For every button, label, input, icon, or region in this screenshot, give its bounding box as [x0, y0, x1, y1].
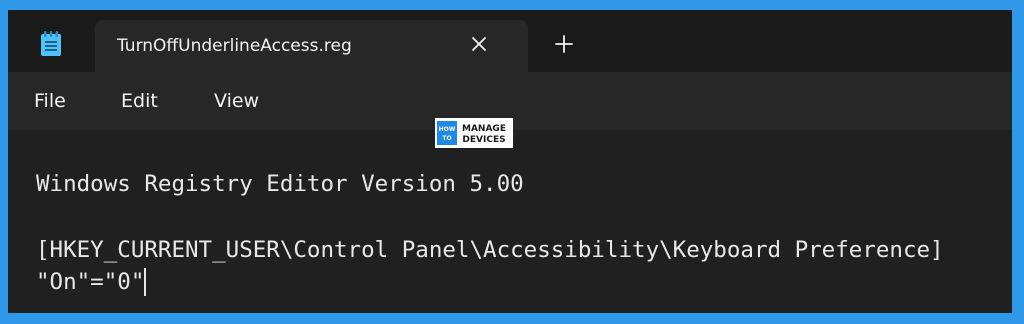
title-bar: TurnOffUnderlineAccess.reg [8, 10, 1012, 72]
logo-manage: MANAGE [462, 124, 506, 134]
logo-how: HOW [439, 126, 456, 133]
menu-item-view[interactable]: View [214, 72, 259, 130]
menu-item-edit[interactable]: Edit [121, 72, 158, 130]
code-line-text: "On"="0" [36, 269, 145, 295]
notepad-icon [40, 31, 62, 57]
logo-devices: DEVICES [462, 135, 505, 145]
code-line-last: "On"="0" [36, 268, 147, 296]
close-icon[interactable] [467, 32, 491, 56]
notepad-window: TurnOffUnderlineAccess.reg File Edit Vie… [8, 10, 1012, 313]
code-line: [HKEY_CURRENT_USER\Control Panel\Accessi… [36, 237, 944, 263]
text-caret [144, 268, 147, 296]
watermark-logo: HOW TO MANAGE DEVICES [435, 118, 513, 148]
code-line: Windows Registry Editor Version 5.00 [36, 171, 524, 197]
menu-item-file[interactable]: File [34, 72, 66, 130]
text-editor[interactable]: Windows Registry Editor Version 5.00 [HK… [8, 130, 1012, 313]
plus-icon[interactable] [552, 32, 576, 56]
document-tab[interactable]: TurnOffUnderlineAccess.reg [95, 20, 528, 72]
logo-to: TO [442, 135, 451, 142]
tab-title: TurnOffUnderlineAccess.reg [117, 36, 352, 56]
